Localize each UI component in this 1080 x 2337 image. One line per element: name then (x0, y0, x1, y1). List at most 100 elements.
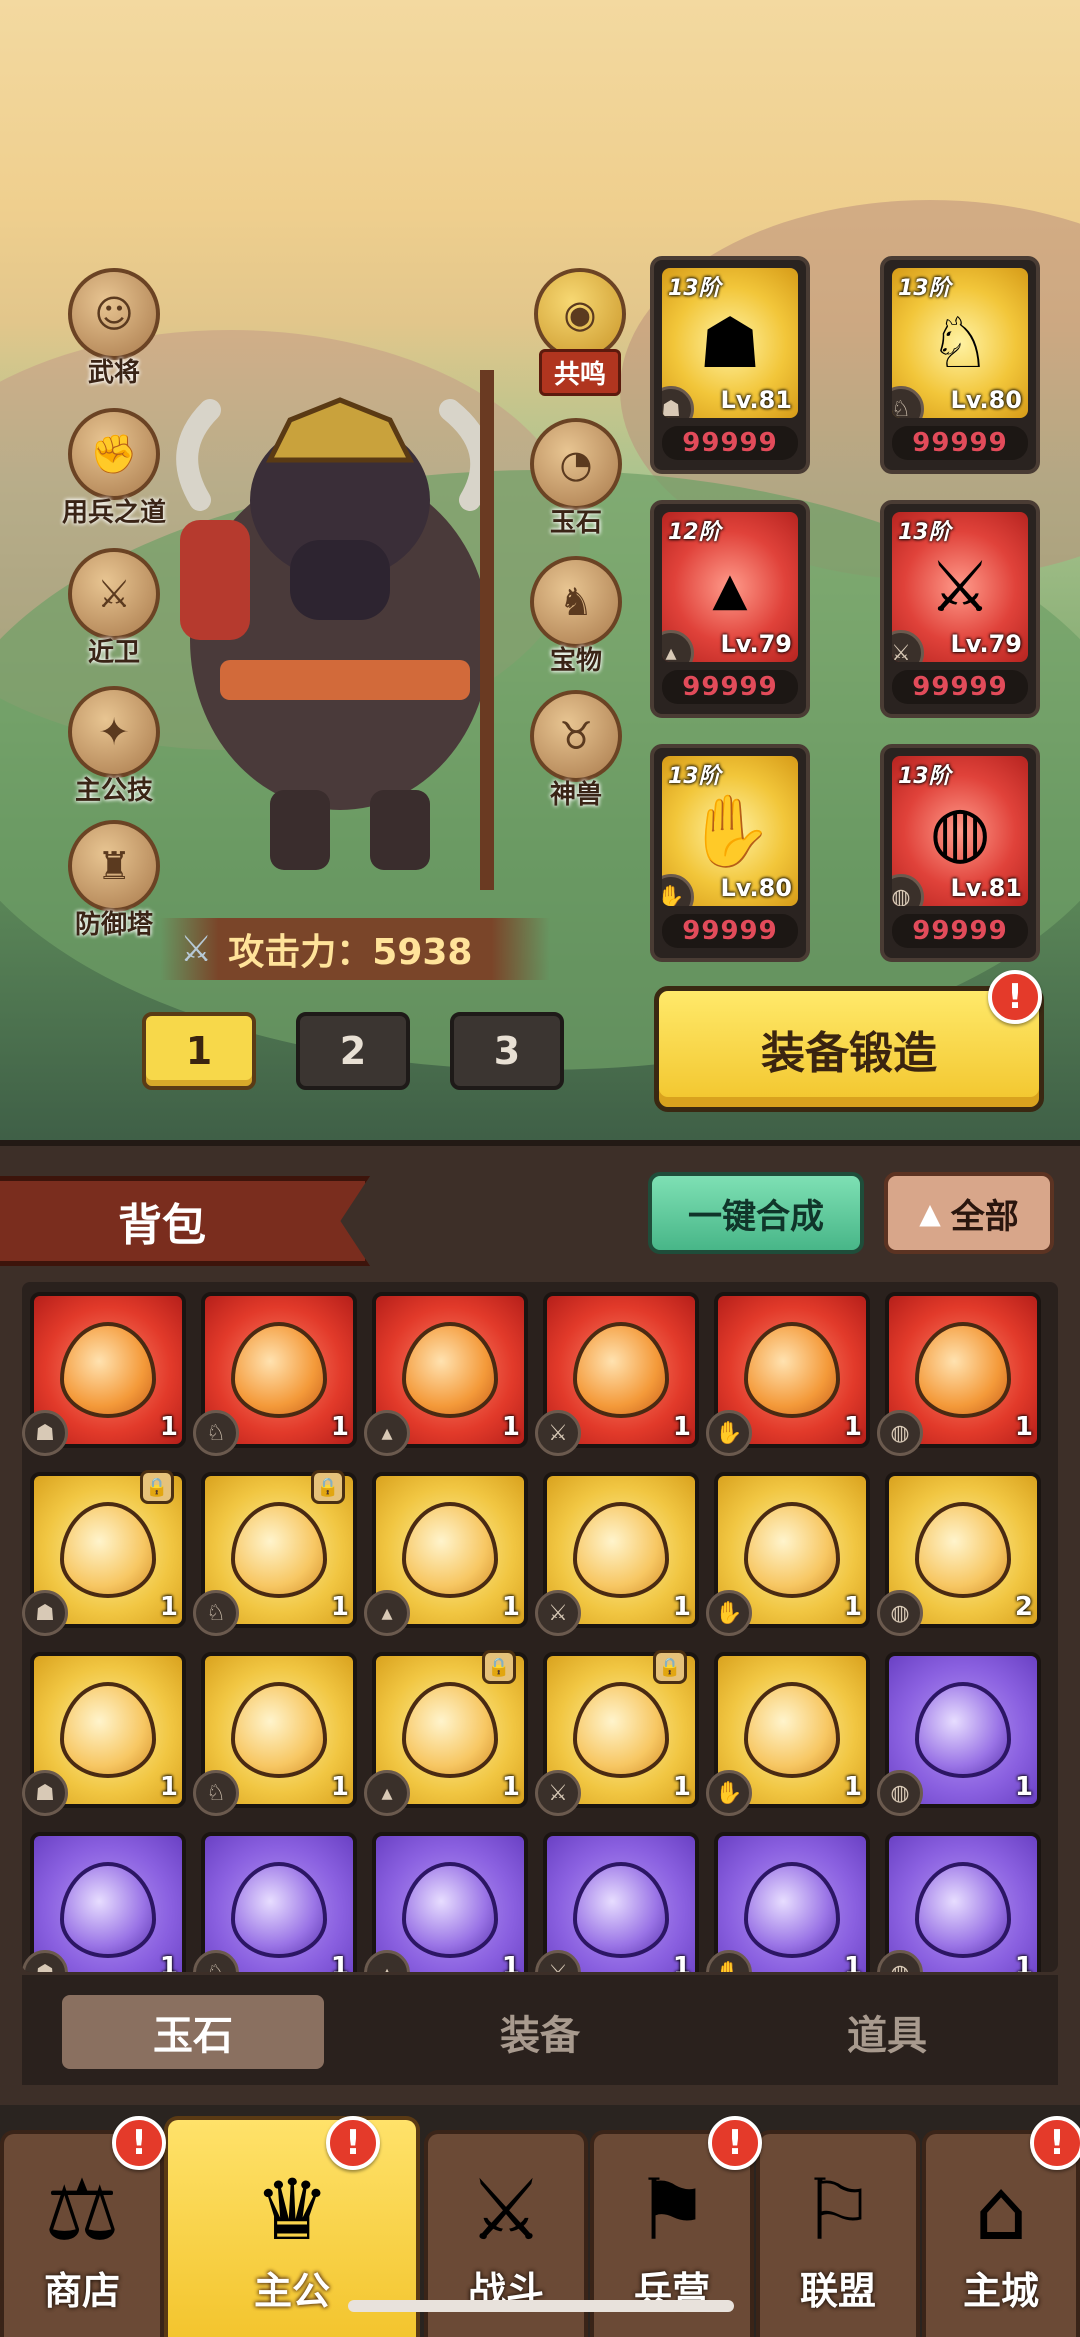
item-count: 1 (672, 1592, 691, 1622)
equipment-slot-gloves[interactable]: ✋ 13阶 Lv.80 ✋ 99999 (650, 744, 810, 962)
bag-item-gold-gem[interactable]: 2 ◍ (877, 1472, 1041, 1636)
city-icon: ⌂ (974, 2161, 1028, 2259)
slot-type-icon: ▴ (364, 1770, 410, 1816)
side-menu-general[interactable]: ☺ 武将 (64, 268, 164, 389)
preset-button-3[interactable]: 3 (450, 1012, 564, 1090)
nav-alliance[interactable]: ⚐ 联盟 (756, 2130, 920, 2337)
lord-skill-icon: ✦ (68, 686, 160, 778)
nav-city-alert-icon: ! (1030, 2116, 1080, 2170)
equipment-slot-weapon[interactable]: ⚔ 13阶 Lv.79 ⚔ 99999 (880, 500, 1040, 718)
nav-lord-alert-icon: ! (326, 2116, 380, 2170)
bag-item-gold-gem[interactable]: 1 ✋ (706, 1472, 870, 1636)
bag-item-purple-gem[interactable]: 1☗ (22, 1832, 186, 1972)
home-indicator[interactable] (348, 2300, 734, 2312)
bag-item-red-gem[interactable]: 1 ◍ (877, 1292, 1041, 1456)
item-count: 1 (159, 1592, 178, 1622)
bag-item-purple-gem[interactable]: 1⚔ (535, 1832, 699, 1972)
item-count: 1 (159, 1952, 178, 1972)
gloves-icon: ✋ (686, 789, 774, 872)
forge-alert-icon: ! (988, 970, 1042, 1024)
equipment-image: ▴ 12阶 Lv.79 ▴ (662, 512, 798, 662)
subtab-label: 装备 (500, 2013, 580, 2059)
jade-gem-icon (744, 1502, 840, 1598)
boots-icon: ▴ (712, 546, 748, 628)
jade-gem-icon (744, 1682, 840, 1778)
item-count: 1 (501, 1952, 520, 1972)
jade-gem-icon (60, 1322, 156, 1418)
subtab-items[interactable]: 道具 (756, 1995, 1018, 2069)
bag-item-purple-gem[interactable]: 1◍ (877, 1832, 1041, 1972)
slot-type-icon: ◍ (877, 1770, 923, 1816)
equipment-star-rating: 99999 (662, 914, 798, 948)
bag-item-red-gem[interactable]: 1 ▴ (364, 1292, 528, 1456)
item-count: 1 (843, 1952, 862, 1972)
item-count: 1 (330, 1412, 349, 1442)
bag-item-gold-gem[interactable]: 1 ⚔ (535, 1472, 699, 1636)
jade-gem-icon (231, 1502, 327, 1598)
slot-type-icon: ☗ (22, 1770, 68, 1816)
bag-item-gold-gem[interactable]: 1 ☗ (22, 1652, 186, 1816)
equipment-slot-ring[interactable]: ◍ 13阶 Lv.81 ◍ 99999 (880, 744, 1040, 962)
side-menu-label: 共鸣 (538, 349, 621, 396)
nav-label: 联盟 (799, 2269, 876, 2313)
equipment-slot-helmet[interactable]: ☗ 13阶 Lv.81 ☗ 99999 (650, 256, 810, 474)
slot-type-icon: ♘ (193, 1770, 239, 1816)
bag-item-gold-gem[interactable]: 1 ▴ (364, 1472, 528, 1636)
hero-leg (270, 790, 330, 870)
slot-type-icon: ☗ (662, 386, 694, 418)
subtab-equipment[interactable]: 装备 (409, 1995, 671, 2069)
nav-shop-alert-icon: ! (112, 2116, 166, 2170)
bag-item-purple-gem[interactable]: 1✋ (706, 1832, 870, 1972)
bag-item-purple-gem[interactable]: 1♘ (193, 1832, 357, 1972)
bag-item-purple-gem[interactable]: 1◍ (877, 1652, 1041, 1816)
equipment-tier: 13阶 (898, 764, 951, 789)
item-count: 1 (159, 1412, 178, 1442)
slot-type-icon: ♘ (193, 1590, 239, 1636)
slot-type-icon: ✋ (706, 1590, 752, 1636)
jade-gem-icon (60, 1502, 156, 1598)
bag-item-gold-gem[interactable]: 1 ♘ (193, 1652, 357, 1816)
filter-all-button[interactable]: ▲ 全部 (884, 1172, 1054, 1254)
slot-type-icon: ♘ (892, 386, 924, 418)
jade-gem-icon (573, 1682, 669, 1778)
crossed-swords-icon: ⚔ (180, 928, 213, 970)
bag-item-gold-gem[interactable]: 1 ▴ 🔒 (364, 1650, 528, 1816)
bag-title: 背包 (118, 1200, 206, 1251)
bag-item-gold-gem[interactable]: 1 ✋ (706, 1652, 870, 1816)
one-click-merge-button[interactable]: 一键合成 (648, 1172, 864, 1254)
bag-item-gold-gem[interactable]: 1 ♘ 🔒 (193, 1470, 357, 1636)
equipment-tier: 12阶 (668, 520, 721, 545)
bag-item-red-gem[interactable]: 1 ☗ (22, 1292, 186, 1456)
bag-item-red-gem[interactable]: 1 ✋ (706, 1292, 870, 1456)
bag-item-gold-gem[interactable]: 1 ☗ 🔒 (22, 1470, 186, 1636)
bag-item-red-gem[interactable]: 1 ⚔ (535, 1292, 699, 1456)
slot-type-icon: ◍ (877, 1950, 923, 1972)
bag-item-grid[interactable]: 1 ☗ 1 ♘ 1 ▴ 1 ⚔ 1 ✋ 1 ◍ 1 ☗ 🔒 1 ♘ 🔒 1 ▴ 1 ⚔ 1 ✋ 2 ◍ 1 ☗ 1 ♘ 1 ▴ 🔒 1 ⚔ 🔒 1 ✋ 1 ◍… (22, 1282, 1058, 1972)
jade-gem-icon (573, 1862, 669, 1958)
side-menu-guard[interactable]: ⚔ 近卫 (64, 548, 164, 669)
slot-type-icon: ◍ (877, 1410, 923, 1456)
equipment-forge-button[interactable]: 装备锻造 (654, 986, 1044, 1112)
equipment-image: ✋ 13阶 Lv.80 ✋ (662, 756, 798, 906)
bag-item-gold-gem[interactable]: 1 ⚔ 🔒 (535, 1650, 699, 1816)
equipment-image: ⚔ 13阶 Lv.79 ⚔ (892, 512, 1028, 662)
equipment-slot-boots[interactable]: ▴ 12阶 Lv.79 ▴ 99999 (650, 500, 810, 718)
equipment-tier: 13阶 (898, 276, 951, 301)
item-count: 1 (501, 1412, 520, 1442)
subtab-jade[interactable]: 玉石 (62, 1995, 324, 2069)
slot-type-icon: ▴ (662, 630, 694, 662)
jade-gem-icon (915, 1682, 1011, 1778)
equipment-star-rating: 99999 (892, 914, 1028, 948)
hero-crown (265, 397, 415, 463)
side-menu-label: 近卫 (87, 638, 140, 668)
merge-label: 一键合成 (688, 1196, 824, 1237)
preset-button-1[interactable]: 1 (142, 1012, 256, 1090)
bag-item-red-gem[interactable]: 1 ♘ (193, 1292, 357, 1456)
item-count: 1 (672, 1952, 691, 1972)
equipment-level: Lv.81 (950, 874, 1023, 902)
equipment-slot-armor[interactable]: ♘ 13阶 Lv.80 ♘ 99999 (880, 256, 1040, 474)
bag-item-purple-gem[interactable]: 1▴ (364, 1832, 528, 1972)
jade-gem-icon (231, 1322, 327, 1418)
preset-button-2[interactable]: 2 (296, 1012, 410, 1090)
equipment-star-rating: 99999 (892, 670, 1028, 704)
